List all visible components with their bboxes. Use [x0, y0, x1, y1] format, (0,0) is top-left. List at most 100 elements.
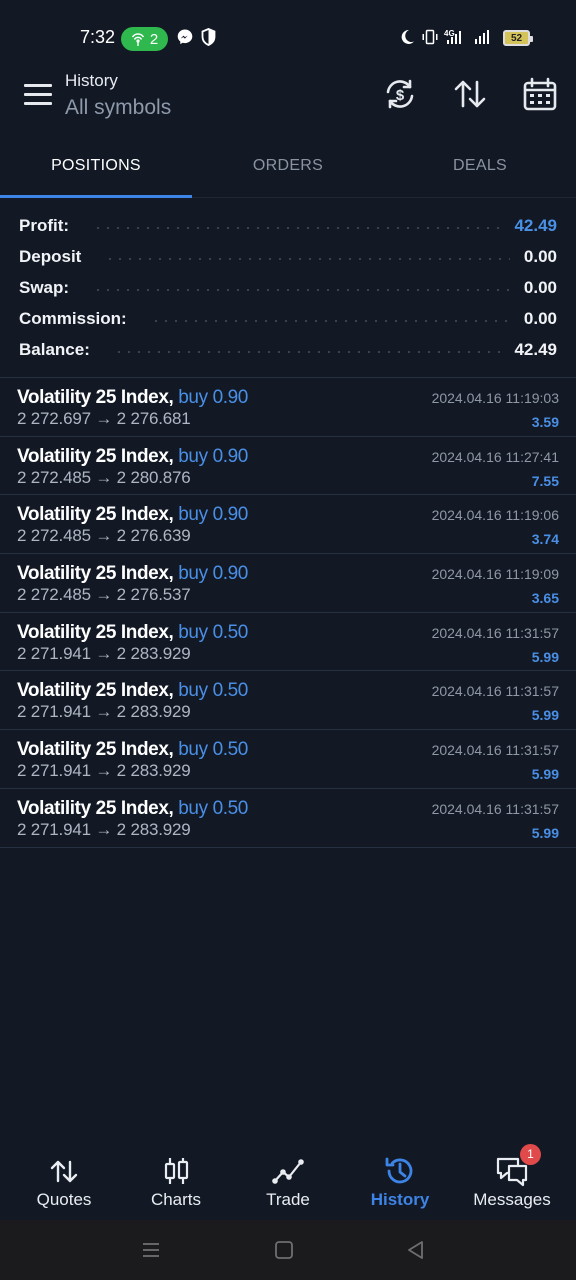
- symbol-name: Volatility 25 Index,: [17, 797, 174, 819]
- tab-positions[interactable]: POSITIONS: [0, 140, 192, 196]
- swap-label: Swap:: [19, 277, 70, 297]
- nav-history[interactable]: History: [345, 1142, 455, 1220]
- position-side: buy 0.50: [178, 739, 248, 761]
- symbol-filter[interactable]: All symbols: [65, 96, 171, 120]
- position-symbol: Volatility 25 Index, buy 0.90: [17, 504, 248, 526]
- nav-charts[interactable]: Charts: [121, 1142, 231, 1220]
- system-navigation-bar: [0, 1220, 576, 1280]
- sync-currency-icon[interactable]: $: [382, 76, 418, 112]
- position-side: buy 0.90: [178, 563, 248, 585]
- position-profit: 5.99: [531, 707, 559, 724]
- deposit-value: 0.00: [523, 246, 557, 266]
- symbol-name: Volatility 25 Index,: [17, 445, 174, 467]
- position-profit: 3.74: [531, 531, 559, 548]
- position-profit: 5.99: [531, 824, 559, 841]
- position-prices: 2 272.485 → 2 280.876: [17, 467, 191, 487]
- sort-icon[interactable]: [452, 76, 488, 112]
- position-profit: 3.59: [531, 414, 559, 430]
- svg-text:$: $: [396, 87, 405, 104]
- position-row[interactable]: Volatility 25 Index, buy 0.50 2 271.941 …: [0, 789, 576, 848]
- summary-row-balance: Balance: 42.49: [0, 334, 576, 365]
- battery-indicator: 52: [503, 30, 533, 46]
- messenger-icon: [177, 29, 193, 45]
- messages-badge: 1: [520, 1144, 541, 1165]
- position-prices: 2 272.485 → 2 276.639: [17, 526, 191, 546]
- position-prices: 2 271.941 → 2 283.929: [17, 819, 191, 839]
- position-symbol: Volatility 25 Index, buy 0.90: [17, 387, 248, 409]
- position-row[interactable]: Volatility 25 Index, buy 0.50 2 271.941 …: [0, 730, 576, 789]
- nav-trade[interactable]: Trade: [233, 1142, 343, 1220]
- position-side: buy 0.90: [178, 387, 248, 408]
- calendar-icon[interactable]: [522, 76, 558, 112]
- summary-row-deposit: Deposit 0.00: [0, 241, 576, 272]
- tab-deals[interactable]: DEALS: [384, 140, 576, 196]
- position-time: 2024.04.16 11:31:57: [431, 742, 559, 759]
- recent-apps-icon[interactable]: [139, 1238, 163, 1262]
- menu-icon-line: [24, 84, 52, 87]
- status-time: 7:32: [80, 27, 116, 47]
- nav-label: Trade: [266, 1190, 310, 1209]
- balance-label: Balance:: [19, 339, 90, 359]
- tab-orders[interactable]: ORDERS: [192, 140, 384, 196]
- position-prices: 2 271.941 → 2 283.929: [17, 643, 191, 663]
- nav-quotes[interactable]: Quotes: [9, 1142, 119, 1220]
- charts-icon: [164, 1158, 189, 1184]
- hotspot-count: 2: [149, 30, 159, 48]
- dotted-leader: [150, 319, 510, 322]
- balance-value: 42.49: [514, 339, 557, 359]
- home-icon[interactable]: [272, 1238, 296, 1262]
- position-profit: 5.99: [531, 648, 559, 665]
- position-prices: 2 272.485 → 2 276.537: [17, 585, 191, 605]
- position-row[interactable]: Volatility 25 Index, buy 0.90 2 272.485 …: [0, 554, 576, 613]
- position-symbol: Volatility 25 Index, buy 0.90: [17, 563, 248, 585]
- position-row[interactable]: Volatility 25 Index, buy 0.90 2 272.697 …: [0, 378, 576, 437]
- back-icon[interactable]: [404, 1238, 428, 1262]
- symbol-name: Volatility 25 Index,: [17, 563, 174, 585]
- hotspot-indicator: 2: [121, 27, 168, 51]
- vibrate-icon: [422, 29, 438, 45]
- summary-row-profit: Profit: 42.49: [0, 210, 576, 241]
- position-profit: 7.55: [531, 472, 559, 489]
- dotted-leader: [93, 288, 510, 291]
- nav-messages[interactable]: 1 Messages: [457, 1142, 567, 1220]
- position-time: 2024.04.16 11:31:57: [431, 800, 559, 817]
- battery-level: 52: [510, 32, 523, 44]
- dotted-leader: [93, 226, 501, 229]
- nav-label: Charts: [150, 1190, 202, 1209]
- position-prices: 2 271.941 → 2 283.929: [17, 702, 191, 722]
- symbol-name: Volatility 25 Index,: [17, 739, 174, 761]
- position-row[interactable]: Volatility 25 Index, buy 0.50 2 271.941 …: [0, 613, 576, 672]
- summary-panel: Profit: 42.49 Deposit 0.00 Swap: 0.00 Co…: [0, 210, 576, 365]
- position-side: buy 0.90: [178, 445, 248, 467]
- nav-label: History: [370, 1190, 430, 1209]
- commission-label: Commission:: [19, 308, 127, 328]
- position-time: 2024.04.16 11:31:57: [431, 624, 559, 641]
- top-bar: History All symbols $: [0, 60, 576, 132]
- bottom-navigation: Quotes Charts Trade History 1 Messages: [0, 1142, 576, 1220]
- position-side: buy 0.50: [178, 621, 248, 643]
- summary-row-swap: Swap: 0.00: [0, 272, 576, 303]
- positions-list: Volatility 25 Index, buy 0.90 2 272.697 …: [0, 377, 576, 848]
- position-row[interactable]: Volatility 25 Index, buy 0.90 2 272.485 …: [0, 437, 576, 496]
- shield-icon: [201, 28, 216, 46]
- position-prices: 2 272.697 → 2 276.681: [17, 409, 191, 428]
- position-row[interactable]: Volatility 25 Index, buy 0.90 2 272.485 …: [0, 495, 576, 555]
- deposit-label: Deposit: [19, 246, 82, 266]
- tab-bar: POSITIONS ORDERS DEALS: [0, 140, 576, 198]
- position-side: buy 0.50: [178, 680, 248, 702]
- nav-label: Messages: [473, 1190, 551, 1209]
- position-time: 2024.04.16 11:19:03: [431, 390, 559, 406]
- summary-row-commission: Commission: 0.00: [0, 303, 576, 334]
- position-symbol: Volatility 25 Index, buy 0.50: [17, 739, 248, 761]
- active-tab-indicator: [0, 195, 192, 198]
- menu-button[interactable]: [24, 84, 52, 108]
- signal-icon: 4G: [444, 29, 489, 44]
- position-symbol: Volatility 25 Index, buy 0.90: [17, 446, 248, 468]
- moon-icon: [401, 29, 414, 44]
- position-symbol: Volatility 25 Index, buy 0.50: [17, 622, 248, 644]
- profit-label: Profit:: [19, 215, 70, 235]
- dotted-leader: [105, 257, 510, 260]
- nav-label: Quotes: [36, 1190, 92, 1209]
- profit-value: 42.49: [514, 215, 557, 235]
- position-row[interactable]: Volatility 25 Index, buy 0.50 2 271.941 …: [0, 671, 576, 731]
